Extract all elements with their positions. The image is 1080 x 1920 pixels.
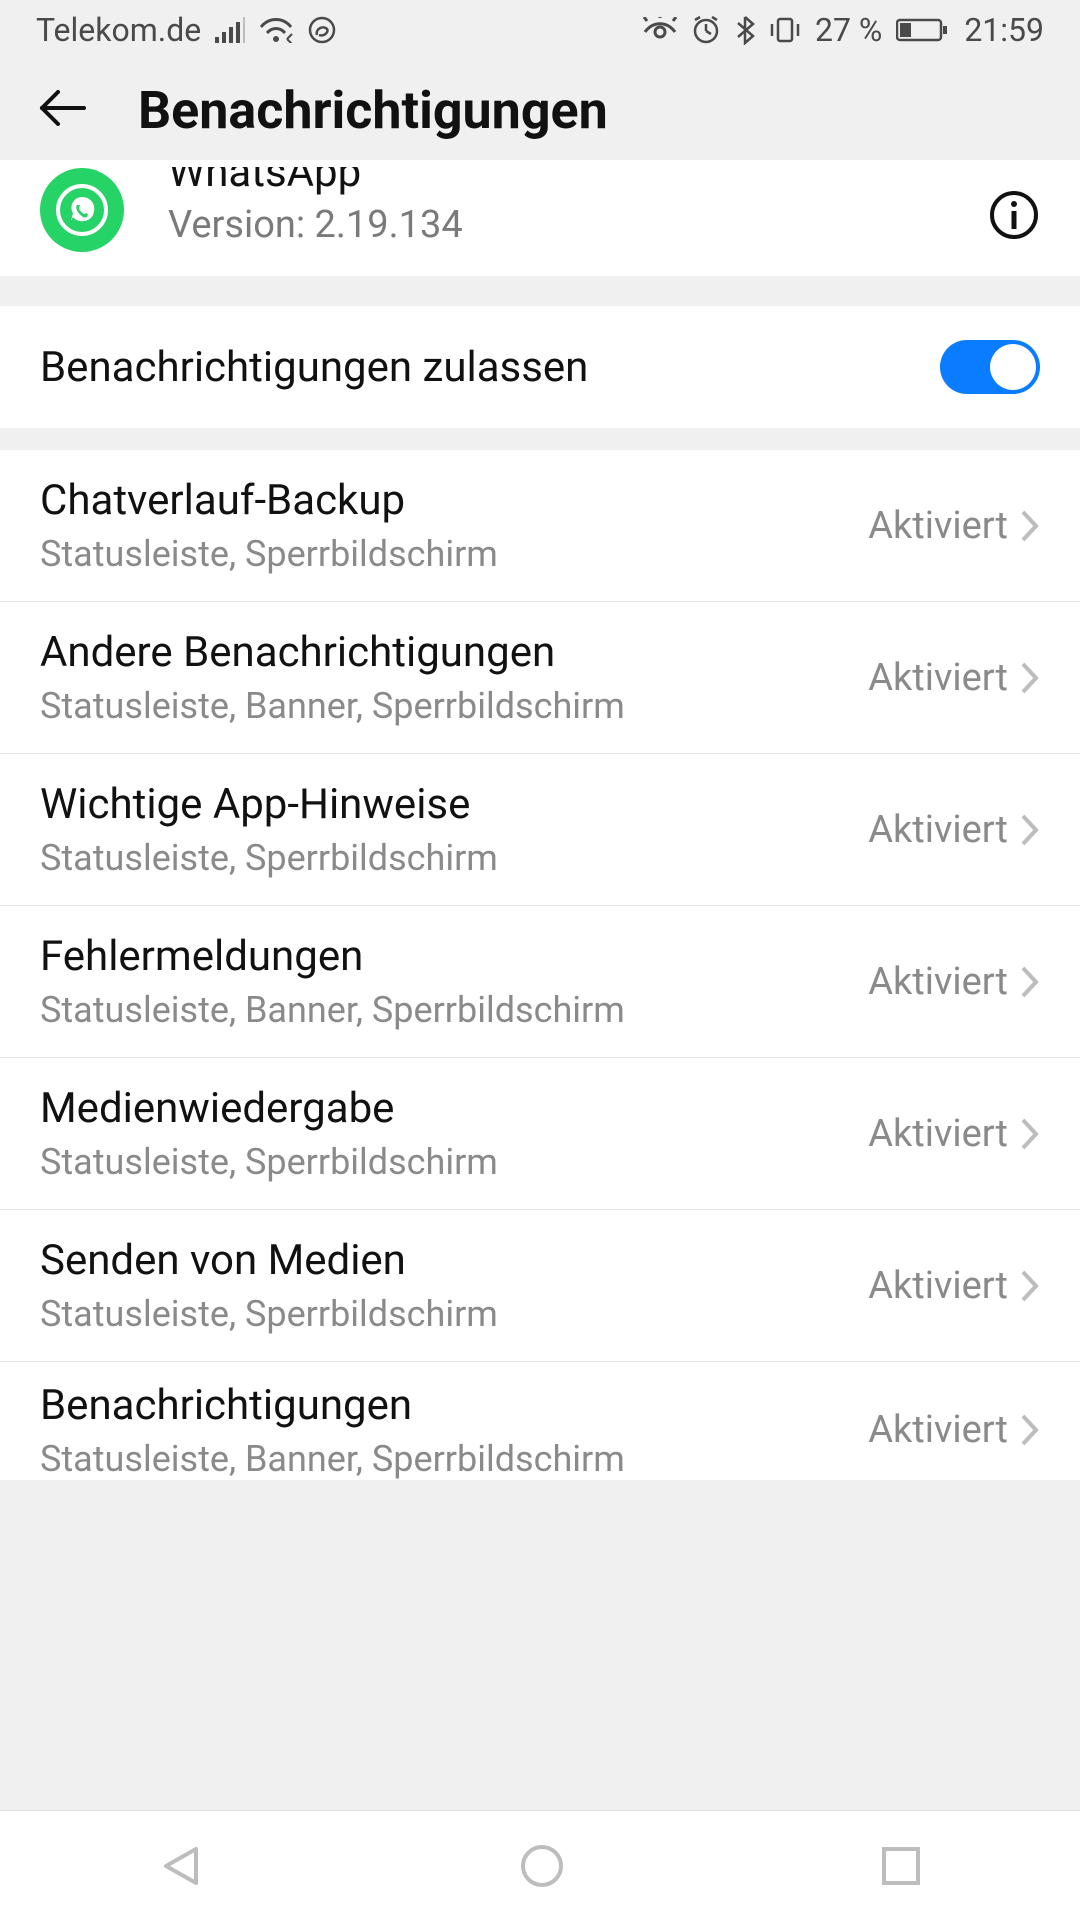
channel-status: Aktiviert xyxy=(868,1408,1008,1452)
channel-title: Andere Benachrichtigungen xyxy=(40,628,868,677)
channel-status: Aktiviert xyxy=(868,1112,1008,1156)
channel-status: Aktiviert xyxy=(868,656,1008,700)
channel-row[interactable]: Medienwiedergabe Statusleiste, Sperrbild… xyxy=(0,1058,1080,1210)
whatsapp-status-icon xyxy=(307,15,337,45)
channel-status: Aktiviert xyxy=(868,808,1008,852)
carrier-label: Telekom.de xyxy=(36,11,201,49)
chevron-right-icon xyxy=(1020,1413,1040,1447)
channel-row[interactable]: Fehlermeldungen Statusleiste, Banner, Sp… xyxy=(0,906,1080,1058)
channel-title: Wichtige App-Hinweise xyxy=(40,780,868,829)
channel-title: Medienwiedergabe xyxy=(40,1084,868,1133)
chevron-right-icon xyxy=(1020,965,1040,999)
system-navbar xyxy=(0,1810,1080,1920)
signal-icon xyxy=(215,17,245,43)
channel-list: Chatverlauf-Backup Statusleiste, Sperrbi… xyxy=(0,450,1080,1480)
eye-icon xyxy=(643,17,677,43)
bluetooth-icon xyxy=(735,15,755,45)
channel-status: Aktiviert xyxy=(868,504,1008,548)
channel-subtitle: Statusleiste, Sperrbildschirm xyxy=(40,1141,868,1183)
vibrate-icon xyxy=(769,15,801,45)
channel-title: Chatverlauf-Backup xyxy=(40,476,868,525)
channel-row[interactable]: Benachrichtigungen Statusleiste, Banner,… xyxy=(0,1362,1080,1480)
channel-row[interactable]: Senden von Medien Statusleiste, Sperrbil… xyxy=(0,1210,1080,1362)
channel-title: Senden von Medien xyxy=(40,1236,868,1285)
app-version: Version: 2.19.134 xyxy=(168,203,988,247)
nav-home-button[interactable] xyxy=(517,1841,567,1891)
info-button[interactable] xyxy=(988,189,1040,241)
nav-back-button[interactable] xyxy=(156,1841,206,1891)
allow-notifications-row[interactable]: Benachrichtigungen zulassen xyxy=(0,306,1080,428)
statusbar: Telekom.de 27 % 21:59 xyxy=(0,0,1080,60)
chevron-right-icon xyxy=(1020,1117,1040,1151)
page-header: Benachrichtigungen xyxy=(0,60,1080,160)
app-info-row[interactable]: WhatsApp Version: 2.19.134 xyxy=(0,160,1080,276)
channel-subtitle: Statusleiste, Banner, Sperrbildschirm xyxy=(40,685,868,727)
channel-title: Fehlermeldungen xyxy=(40,932,868,981)
chevron-right-icon xyxy=(1020,509,1040,543)
alarm-icon xyxy=(691,15,721,45)
channel-status: Aktiviert xyxy=(868,1264,1008,1308)
whatsapp-icon xyxy=(40,168,124,252)
battery-icon xyxy=(896,17,950,43)
channel-subtitle: Statusleiste, Sperrbildschirm xyxy=(40,533,868,575)
channel-row[interactable]: Chatverlauf-Backup Statusleiste, Sperrbi… xyxy=(0,450,1080,602)
channel-title: Benachrichtigungen xyxy=(40,1381,868,1430)
wifi-icon xyxy=(259,17,293,43)
channel-subtitle: Statusleiste, Sperrbildschirm xyxy=(40,1293,868,1335)
channel-status: Aktiviert xyxy=(868,960,1008,1004)
clock-label: 21:59 xyxy=(964,11,1044,49)
battery-text: 27 % xyxy=(815,11,882,49)
channel-subtitle: Statusleiste, Banner, Sperrbildschirm xyxy=(40,989,868,1031)
app-name: WhatsApp xyxy=(168,167,988,197)
allow-notifications-toggle[interactable] xyxy=(940,340,1040,394)
chevron-right-icon xyxy=(1020,1269,1040,1303)
channel-subtitle: Statusleiste, Banner, Sperrbildschirm xyxy=(40,1438,868,1480)
chevron-right-icon xyxy=(1020,813,1040,847)
nav-recent-button[interactable] xyxy=(878,1843,924,1889)
channel-row[interactable]: Andere Benachrichtigungen Statusleiste, … xyxy=(0,602,1080,754)
channel-subtitle: Statusleiste, Sperrbildschirm xyxy=(40,837,868,879)
chevron-right-icon xyxy=(1020,661,1040,695)
back-button[interactable] xyxy=(36,88,88,132)
channel-row[interactable]: Wichtige App-Hinweise Statusleiste, Sper… xyxy=(0,754,1080,906)
page-title: Benachrichtigungen xyxy=(138,80,608,141)
allow-notifications-label: Benachrichtigungen zulassen xyxy=(40,343,588,392)
